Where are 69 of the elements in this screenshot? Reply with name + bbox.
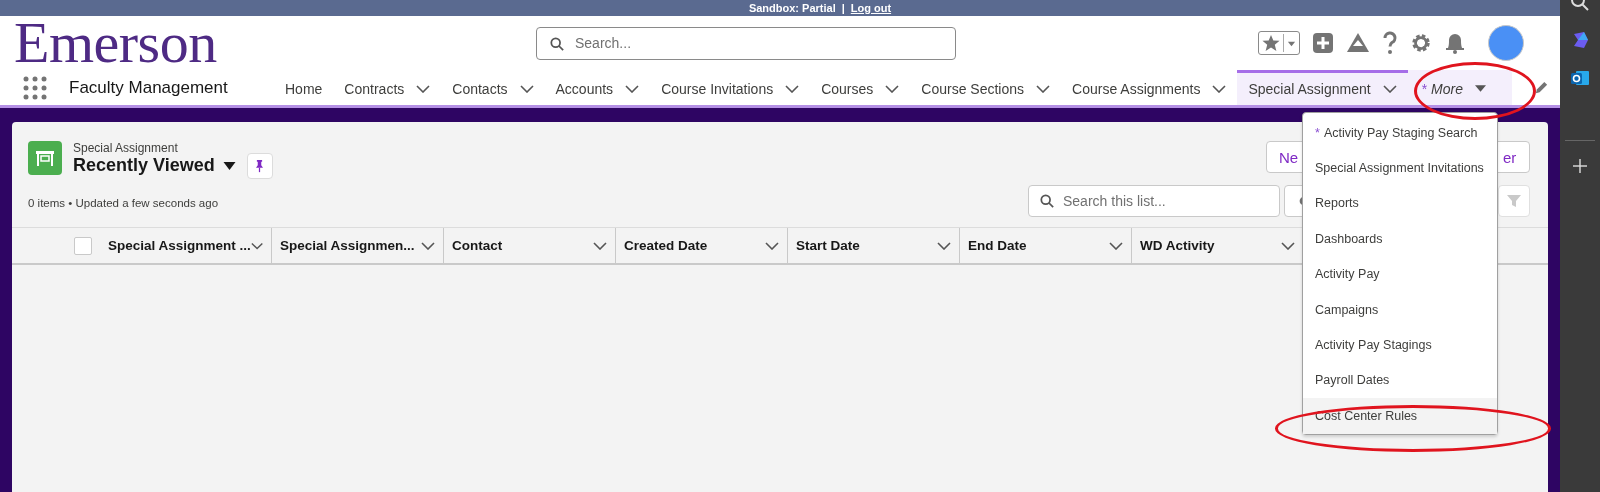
settings-icon[interactable] — [1410, 32, 1432, 54]
pin-button[interactable] — [246, 153, 273, 179]
chevron-icon — [885, 85, 900, 93]
chevron-icon — [593, 241, 607, 250]
menu-item[interactable]: Activity Pay Stagings — [1303, 327, 1497, 363]
list-status: 0 items • Updated a few seconds ago — [28, 197, 220, 209]
search-field[interactable]: Search... — [536, 26, 956, 60]
star-icon — [1262, 34, 1280, 52]
chevron-icon — [785, 85, 800, 93]
menu-item[interactable]: Activity Pay — [1303, 256, 1497, 292]
app-launcher-icon[interactable] — [23, 75, 47, 100]
mail-app-icon[interactable] — [1570, 68, 1590, 88]
search-icon — [550, 36, 564, 51]
chevron-icon — [625, 85, 640, 93]
chevron-icon — [1212, 85, 1227, 93]
chevron-icon — [416, 85, 431, 93]
search-icon — [1040, 194, 1054, 208]
list-view-selector[interactable]: Recently Viewed — [73, 155, 236, 176]
logo[interactable]: Emerson — [14, 16, 314, 70]
chevron-icon — [421, 241, 435, 250]
column-header[interactable]: Start Date — [788, 228, 960, 263]
mountain-icon[interactable] — [1346, 32, 1370, 54]
add-icon[interactable] — [1573, 159, 1587, 173]
column-header[interactable]: End Date — [960, 228, 1132, 263]
chevron-icon — [937, 241, 951, 250]
object-name: Special Assignment — [73, 141, 179, 155]
add-icon[interactable] — [1312, 32, 1334, 54]
chevron-icon — [1109, 241, 1123, 250]
chevron-icon — [519, 85, 534, 93]
chevron-icon — [765, 241, 779, 250]
edit-icon[interactable] — [1533, 80, 1549, 95]
menu-item[interactable]: Payroll Dates — [1303, 362, 1497, 399]
avatar[interactable] — [1488, 25, 1524, 61]
desk-icon — [28, 141, 62, 175]
app-name: Faculty Management — [69, 77, 229, 98]
caret-icon — [222, 160, 236, 171]
nav-tab[interactable]: Course Sections — [910, 70, 1062, 105]
nav-tab[interactable]: Course Assignments — [1061, 70, 1238, 105]
separator: | — [841, 2, 845, 14]
nav-tab[interactable]: Course Invitations — [650, 70, 811, 105]
nav-tab[interactable]: Courses — [810, 70, 911, 105]
pin-icon — [254, 159, 266, 173]
bell-icon[interactable] — [1444, 32, 1466, 54]
log-out-link[interactable]: Log out — [850, 2, 892, 14]
nav-tab[interactable]: Contracts — [333, 70, 442, 105]
caret-icon — [1475, 85, 1486, 93]
search-icon[interactable] — [1570, 0, 1590, 12]
column-header[interactable]: Contact — [444, 228, 616, 263]
column-header[interactable]: Created Date — [616, 228, 788, 263]
chevron-icon — [1281, 241, 1295, 250]
chevron-icon — [1382, 85, 1397, 93]
select-all-checkbox[interactable] — [74, 236, 92, 255]
chevron-icon — [250, 241, 263, 250]
menu-item[interactable]: Reports — [1303, 185, 1497, 222]
favorites-button[interactable] — [1258, 31, 1300, 55]
nav-tab[interactable]: Home — [274, 70, 334, 105]
menu-item[interactable]: Campaigns — [1303, 291, 1497, 328]
help-icon[interactable] — [1382, 31, 1398, 55]
nav-tab[interactable]: Contacts — [441, 70, 545, 105]
nav-tab[interactable]: * More — [1407, 70, 1512, 105]
nav-tab[interactable]: Special Assignment — [1237, 70, 1408, 105]
sandbox-label: Sandbox: Partial — [748, 2, 836, 14]
chevron-icon — [1036, 85, 1051, 93]
list-search-field[interactable]: Search this list... — [1028, 185, 1280, 217]
column-header[interactable]: Special Assignmen... — [272, 228, 444, 263]
menu-item[interactable]: Dashboards — [1303, 221, 1497, 257]
column-header[interactable]: Special Assignment ... — [100, 228, 272, 263]
nav-tab[interactable]: Accounts — [544, 70, 651, 105]
filter-icon — [1506, 193, 1522, 209]
